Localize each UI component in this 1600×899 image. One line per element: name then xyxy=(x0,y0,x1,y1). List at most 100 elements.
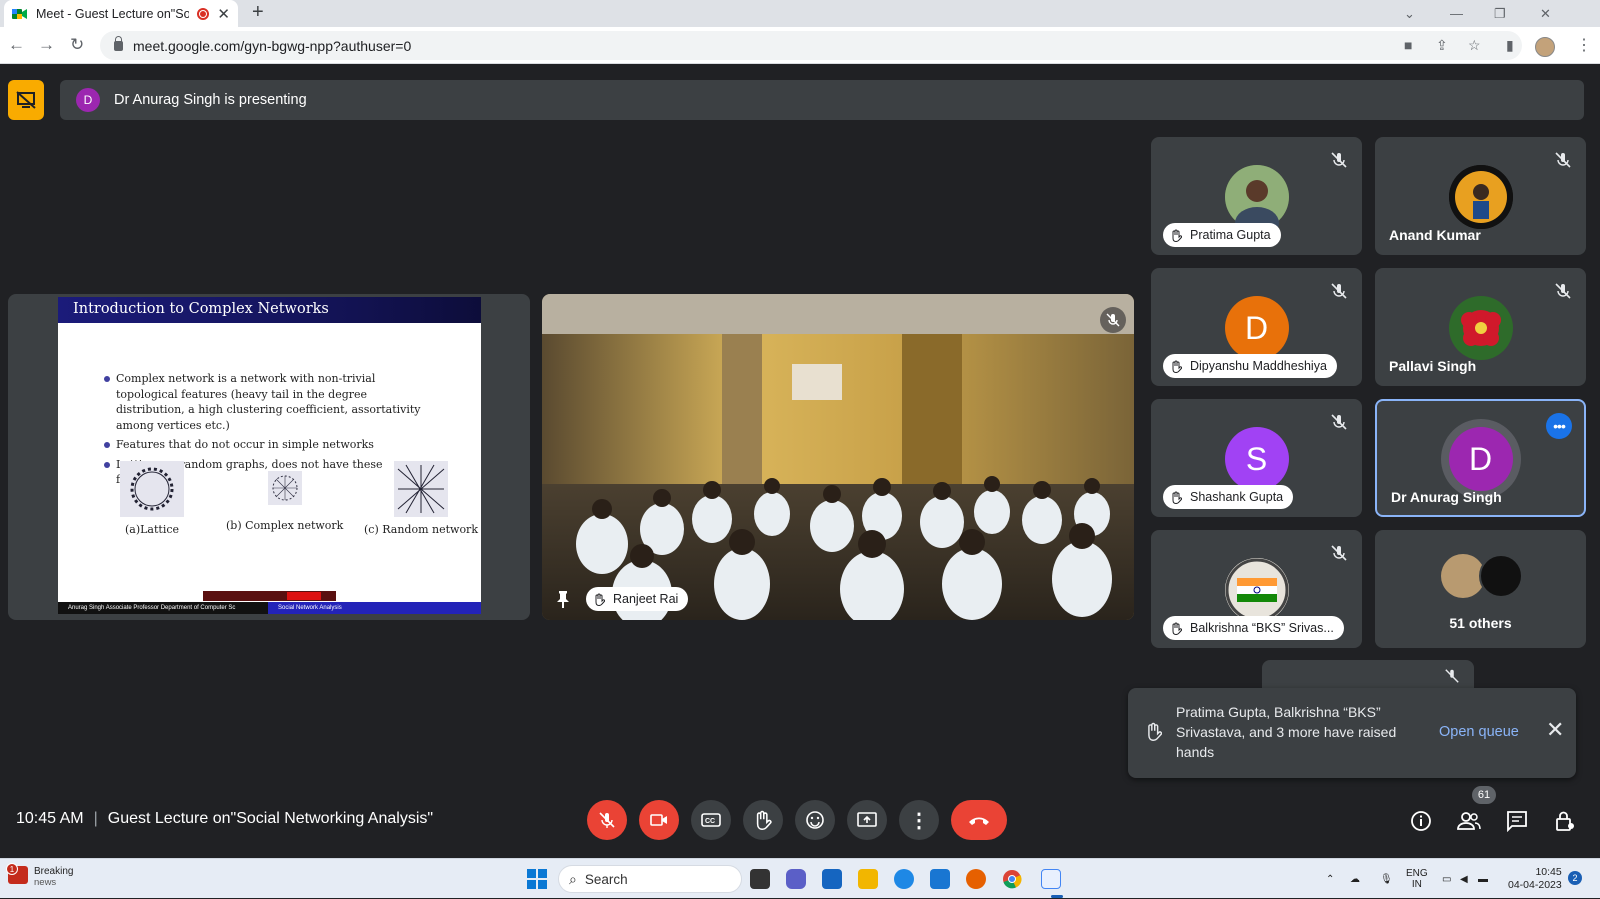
figure-lattice: (a)Lattice xyxy=(120,461,184,536)
meeting-details-button[interactable] xyxy=(1409,809,1433,833)
close-notification-icon[interactable]: ✕ xyxy=(1546,719,1564,741)
taskbar-search[interactable]: ⌕ Search xyxy=(558,865,742,893)
participant-avatar: D xyxy=(1448,427,1513,491)
others-tile[interactable]: 51 others xyxy=(1375,530,1586,648)
participant-tile[interactable]: D Dipyanshu Maddheshiya xyxy=(1151,268,1362,386)
more-options-button[interactable]: ⋮ xyxy=(899,800,939,840)
slide-footer-left: Anurag Singh Associate Professor Departm… xyxy=(58,602,268,614)
present-now-button[interactable] xyxy=(847,800,887,840)
news-widget[interactable]: 1 Breaking news xyxy=(6,863,73,888)
more-options-icon[interactable]: ••• xyxy=(1546,413,1572,439)
address-bar[interactable]: meet.google.com/gyn-bgwg-npp?authuser=0 xyxy=(100,31,1522,60)
microphone-toggle-button[interactable] xyxy=(587,800,627,840)
participant-name-chip: Balkrishna “BKS” Srivas... xyxy=(1163,616,1344,640)
file-explorer-icon[interactable] xyxy=(858,869,878,889)
volume-icon[interactable]: ◀ xyxy=(1460,859,1468,899)
participant-name-chip: Dipyanshu Maddheshiya xyxy=(1163,354,1337,378)
presenting-text: Dr Anurag Singh is presenting xyxy=(114,92,307,108)
camera-name-chip: Ranjeet Rai xyxy=(586,587,689,611)
window-close-button[interactable]: ✕ xyxy=(1540,0,1551,27)
tab-close-icon[interactable]: ✕ xyxy=(217,5,230,23)
more-vert-icon: ⋮ xyxy=(909,809,929,832)
store-icon[interactable] xyxy=(822,869,842,889)
mic-off-icon xyxy=(1445,669,1459,683)
participant-tile[interactable]: Anand Kumar xyxy=(1375,137,1586,255)
open-queue-button[interactable]: Open queue xyxy=(1439,724,1519,740)
camera-permission-icon[interactable]: ■ xyxy=(1404,37,1412,53)
leave-call-button[interactable] xyxy=(951,800,1007,840)
maximize-button[interactable]: ❐ xyxy=(1494,0,1506,27)
url-text: meet.google.com/gyn-bgwg-npp?authuser=0 xyxy=(133,37,412,54)
participant-tile-partial[interactable] xyxy=(1262,660,1474,690)
info-icon xyxy=(1411,811,1431,831)
tab-search-icon[interactable]: ⌄ xyxy=(1404,0,1415,27)
mic-off-icon xyxy=(599,812,615,828)
side-panel-icon[interactable]: ▮ xyxy=(1506,37,1514,54)
share-icon[interactable]: ⇪ xyxy=(1436,37,1448,54)
show-hidden-icons-icon[interactable]: ⌃ xyxy=(1326,859,1334,899)
pin-icon[interactable] xyxy=(556,590,570,613)
participant-tile[interactable]: Pallavi Singh xyxy=(1375,268,1586,386)
participant-photo xyxy=(1224,165,1289,229)
browser-tabbar: Meet - Guest Lecture on"Soc ✕ + ⌄ — ❐ ✕ xyxy=(0,0,1600,27)
stop-presenting-button[interactable] xyxy=(8,80,44,120)
host-controls-button[interactable] xyxy=(1553,809,1577,833)
tab-title: Meet - Guest Lecture on"Soc xyxy=(36,6,190,21)
clock-date: 04-04-2023 xyxy=(1508,879,1562,891)
language-code: ENG xyxy=(1406,868,1428,879)
svg-text:CC: CC xyxy=(705,818,715,825)
participant-tile[interactable]: Pratima Gupta xyxy=(1151,137,1362,255)
chat-button[interactable] xyxy=(1505,809,1529,833)
battery-icon[interactable]: ▬ xyxy=(1478,859,1488,899)
task-view-icon[interactable] xyxy=(750,869,770,889)
camera-toggle-button[interactable] xyxy=(639,800,679,840)
minimize-button[interactable]: — xyxy=(1450,0,1463,27)
onedrive-icon[interactable]: ☁ xyxy=(1350,859,1360,899)
presentation-tile[interactable]: Introduction to Complex Networks Complex… xyxy=(8,294,530,620)
participant-tile-active-speaker[interactable]: D ••• Dr Anurag Singh xyxy=(1375,399,1586,517)
others-avatar xyxy=(1479,554,1523,598)
snipping-tool-icon[interactable] xyxy=(1041,869,1061,889)
participant-name-chip: Pratima Gupta xyxy=(1163,223,1281,247)
os-taskbar: 1 Breaking news ⌕ Search ⌃ ☁ 🎙 ENG IN ▭ … xyxy=(0,858,1600,898)
participant-tile[interactable]: S Shashank Gupta xyxy=(1151,399,1362,517)
photos-app-icon[interactable] xyxy=(930,869,950,889)
firefox-icon[interactable] xyxy=(966,869,986,889)
browser-menu-icon[interactable]: ⋮ xyxy=(1576,35,1592,55)
teams-chat-icon[interactable] xyxy=(786,869,806,889)
new-tab-button[interactable]: + xyxy=(252,1,264,24)
camera-off-icon xyxy=(650,814,667,826)
raise-hand-button[interactable] xyxy=(743,800,783,840)
back-arrow-icon[interactable]: ← xyxy=(8,35,25,55)
others-count-label: 51 others xyxy=(1449,615,1512,631)
participant-photo xyxy=(1448,165,1513,229)
figure-caption: (a)Lattice xyxy=(124,523,180,536)
people-button[interactable] xyxy=(1457,809,1481,833)
profile-avatar[interactable] xyxy=(1535,37,1555,57)
raised-hand-icon xyxy=(595,593,605,606)
complex-network-image xyxy=(267,471,302,505)
notification-badge[interactable]: 2 xyxy=(1568,871,1582,885)
language-indicator[interactable]: ENG IN xyxy=(1406,859,1428,899)
reactions-button[interactable] xyxy=(795,800,835,840)
reload-icon[interactable]: ↻ xyxy=(70,35,84,55)
bookmark-star-icon[interactable]: ☆ xyxy=(1468,37,1481,54)
classroom-video-tile[interactable] xyxy=(542,294,1134,620)
figure-caption: (c) Random network xyxy=(364,523,478,536)
search-icon: ⌕ xyxy=(569,870,577,887)
system-clock[interactable]: 10:45 04-04-2023 xyxy=(1508,866,1562,892)
participant-name: Anand Kumar xyxy=(1389,227,1481,243)
browser-tab-meet[interactable]: Meet - Guest Lecture on"Soc ✕ xyxy=(4,0,238,27)
participant-tile[interactable]: Balkrishna “BKS” Srivas... xyxy=(1151,530,1362,648)
captions-button[interactable]: CC xyxy=(691,800,731,840)
participant-avatar: D xyxy=(1224,296,1289,360)
meeting-title: Guest Lecture on"Social Networking Analy… xyxy=(107,810,434,827)
network-icon[interactable]: ▭ xyxy=(1442,859,1451,899)
windows-start-icon[interactable] xyxy=(527,869,547,889)
chrome-icon[interactable] xyxy=(1002,869,1022,889)
news-subtitle: news xyxy=(34,877,57,888)
edge-browser-icon[interactable] xyxy=(894,869,914,889)
meeting-controls-bar: 10:45 AM | Guest Lecture on"Social Network… xyxy=(0,800,1600,840)
forward-arrow-icon[interactable]: → xyxy=(38,35,55,55)
microphone-tray-icon[interactable]: 🎙 xyxy=(1380,859,1393,899)
